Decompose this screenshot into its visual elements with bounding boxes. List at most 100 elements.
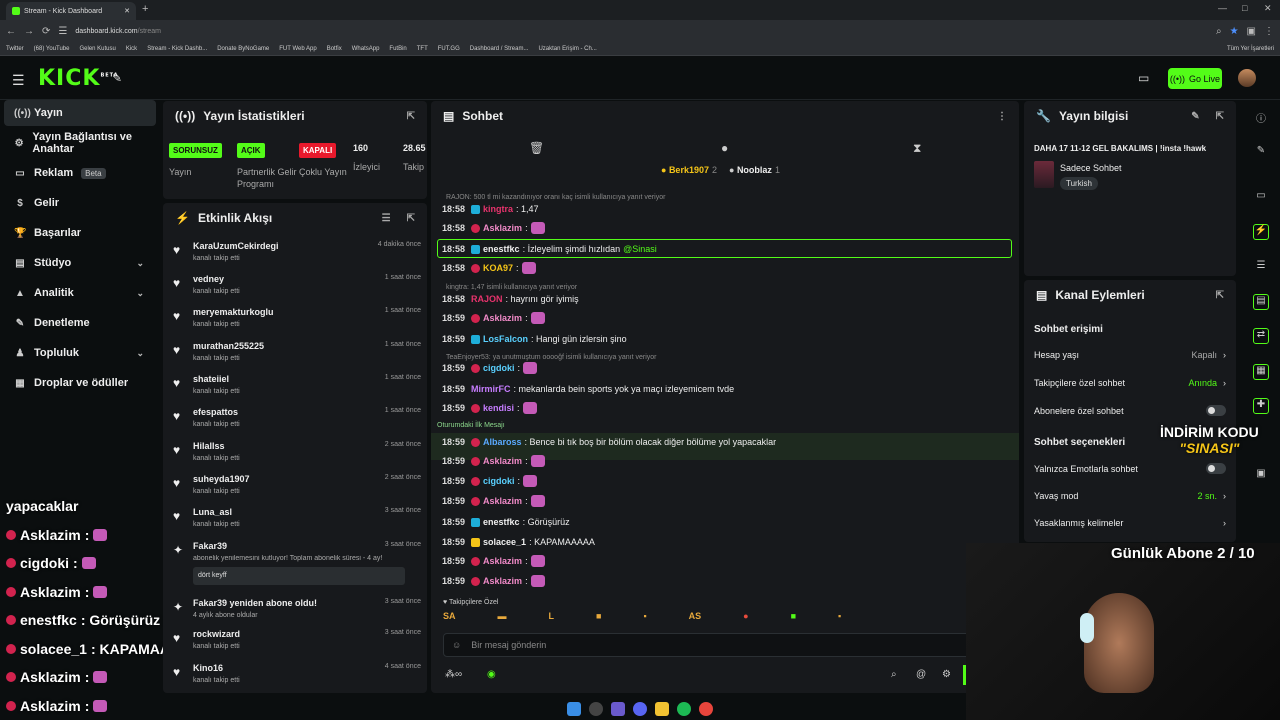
avatar[interactable]	[1238, 69, 1256, 87]
kick-icon[interactable]: ◉	[487, 669, 496, 680]
info-icon[interactable]: ⓘ	[1253, 110, 1269, 126]
popout-icon[interactable]: ⇱	[407, 213, 415, 224]
activity-item[interactable]: ♥ efespattos kanalı takip etti 1 saat önce	[173, 405, 421, 439]
bookmark-star-icon[interactable]: ★	[1230, 26, 1239, 37]
minimize-icon[interactable]: —	[1218, 3, 1227, 13]
sidebar-item[interactable]: ✎ Denetleme	[4, 310, 156, 336]
bookmark-item[interactable]: Donate ByNoGame	[217, 46, 269, 52]
chat-username[interactable]: Albaross	[483, 437, 522, 447]
chat-icon[interactable]: ▤	[1253, 294, 1269, 310]
chat-username[interactable]: solacee_1	[483, 537, 526, 547]
popout-icon[interactable]: ⇱	[407, 111, 415, 122]
discord-icon[interactable]	[633, 702, 647, 716]
maximize-icon[interactable]: □	[1242, 3, 1247, 13]
setting-row[interactable]: Yasaklanmış kelimeler ›	[1034, 518, 1226, 528]
bookmark-item[interactable]: FUT Web App	[279, 46, 316, 52]
extension-icon[interactable]: ▣	[1247, 26, 1256, 37]
bookmark-item[interactable]: Gelen Kutusu	[79, 46, 115, 52]
chat-bubble-icon[interactable]: ●	[721, 141, 728, 155]
kick-logo[interactable]: KICKBETA	[38, 66, 119, 91]
spotify-icon[interactable]	[677, 702, 691, 716]
chat-message[interactable]: 18:59 Asklazim:	[442, 455, 545, 467]
chat-message[interactable]: 18:58 RAJON: hayrını gör iyimiş	[442, 294, 579, 304]
bookmark-item[interactable]: Stream - Kick Dashb...	[147, 46, 207, 52]
sidebar-item[interactable]: ▲ Analitik ⌄	[4, 280, 156, 306]
chat-message[interactable]: 18:58 enestfkc: İzleyelim şimdi hızlıdan …	[442, 244, 657, 254]
popout-icon[interactable]: ⇱	[1216, 111, 1224, 122]
windows-start-icon[interactable]	[567, 702, 581, 716]
bookmark-item[interactable]: Dashboard / Stream...	[470, 46, 529, 52]
go-live-button[interactable]: ((•)) Go Live	[1168, 68, 1222, 89]
chat-message[interactable]: 18:59 kendisi:	[442, 402, 537, 414]
chat-username[interactable]: LosFalcon	[483, 334, 528, 344]
bookmark-item[interactable]: Uzaktan Erişim - Ch...	[538, 46, 596, 52]
close-window-icon[interactable]: ✕	[1264, 3, 1272, 14]
leader-entry[interactable]: ● Berk1907 2	[661, 165, 717, 175]
wrench-icon[interactable]: ✚	[1253, 398, 1269, 414]
activity-item[interactable]: ♥ meryemakturkoglu kanalı takip etti 1 saat…	[173, 305, 421, 339]
follower-emotes-row[interactable]: SA ▬ L ■ ▪ AS ● ■ ▪	[443, 611, 963, 627]
chat-username[interactable]: kendisi	[483, 403, 514, 413]
sidebar-item[interactable]: ♟ Topluluk ⌄	[4, 340, 156, 366]
chat-message[interactable]: 18:59 Asklazim:	[442, 575, 545, 587]
chevron-right-icon[interactable]: ›	[1223, 491, 1226, 501]
setting-row[interactable]: Takipçilere özel sohbet Anında ›	[1034, 378, 1226, 388]
activity-item[interactable]: ✦ Fakar39 yeniden abone oldu! 4 aylık abon…	[173, 596, 421, 630]
setting-row[interactable]: Abonelere özel sohbet	[1034, 405, 1226, 416]
chat-message[interactable]: 18:59 Asklazim:	[442, 555, 545, 567]
filter-icon[interactable]: ☰	[382, 213, 391, 224]
chat-username[interactable]: Asklazim	[483, 496, 522, 506]
chat-username[interactable]: Asklazim	[483, 456, 522, 466]
chat-message[interactable]: 18:59 solacee_1: KAPAMAAAAA	[442, 537, 595, 547]
chevron-down-icon[interactable]: ⌄	[136, 258, 144, 269]
studio-icon[interactable]: ▭	[1253, 190, 1269, 206]
chrome-icon[interactable]	[699, 702, 713, 716]
app-icon[interactable]	[611, 702, 625, 716]
edit-icon[interactable]: ✎	[1191, 111, 1199, 122]
bookmark-item[interactable]: Twitter	[6, 46, 24, 52]
activity-item[interactable]: ♥ suheyda1907 kanalı takip etti 2 saat önce	[173, 472, 421, 506]
activity-item[interactable]: ♥ rockwizard kanalı takip etti 3 saat önce	[173, 627, 421, 661]
bookmark-item[interactable]: Botfix	[327, 46, 342, 52]
chat-message[interactable]: 18:58 kingtra: 1,47	[442, 204, 539, 214]
forward-icon[interactable]: →	[24, 26, 34, 37]
chat-message[interactable]: 18:59 cigdoki:	[442, 362, 538, 374]
sidebar-item[interactable]: ▦ Droplar ve ödüller	[4, 370, 156, 396]
back-icon[interactable]: ←	[6, 26, 16, 37]
activity-item[interactable]: ♥ KaraUzumCekirdegi kanalı takip etti 4 dak…	[173, 239, 421, 273]
chat-icon[interactable]: ▣	[1253, 468, 1269, 484]
stack-icon[interactable]: ▦	[1253, 364, 1269, 380]
chat-input[interactable]: ☺ Bir mesaj gönderin	[443, 633, 993, 657]
activity-item[interactable]: ♥ Hilallss kanalı takip etti 2 saat önce	[173, 439, 421, 473]
chat-message[interactable]: 18:59 Asklazim:	[442, 495, 545, 507]
zoom-icon[interactable]: ⌕	[1216, 26, 1222, 37]
setting-row[interactable]: Yavaş mod 2 sn. ›	[1034, 491, 1226, 501]
menu-icon[interactable]: ⋮	[1264, 26, 1274, 37]
hourglass-icon[interactable]: ⧗	[913, 141, 921, 156]
popout-icon[interactable]: ⇱	[1216, 290, 1224, 301]
chat-username[interactable]: Asklazim	[483, 223, 522, 233]
broadcast-icon[interactable]: ⇄	[1253, 328, 1269, 344]
chevron-down-icon[interactable]: ⌄	[136, 288, 144, 299]
chat-message[interactable]: 18:59 Albaross: Bence bi tık boş bir bölü…	[442, 437, 776, 447]
activity-item[interactable]: ♥ shateiiel kanalı takip etti 1 saat önce	[173, 372, 421, 406]
activity-item[interactable]: ♥ vedney kanalı takip etti 1 saat önce	[173, 272, 421, 306]
chat-username[interactable]: cigdoki	[483, 363, 515, 373]
chat-message[interactable]: 18:59 MirmirFC: mekanlarda bein sports yo…	[442, 384, 734, 394]
leader-entry[interactable]: ● Nooblaz 1	[729, 165, 780, 175]
pencil-icon[interactable]: ✎	[1253, 145, 1269, 161]
mention[interactable]: @Sinasi	[623, 244, 657, 254]
chat-mod-icon[interactable]: ⁂∞	[445, 669, 462, 680]
chat-message[interactable]: 18:59 Asklazim:	[442, 312, 545, 324]
new-tab-icon[interactable]: +	[142, 3, 148, 15]
chat-username[interactable]: KOA97	[483, 263, 513, 273]
bookmark-item[interactable]: (68) YouTube	[34, 46, 70, 52]
url-field[interactable]: dashboard.kick.com/stream	[75, 28, 1208, 35]
activity-item[interactable]: ♥ murathan255225 kanalı takip etti 1 saat ö…	[173, 339, 421, 373]
bookmark-item[interactable]: WhatsApp	[352, 46, 380, 52]
sidebar-item[interactable]: ((•)) Yayın	[4, 100, 156, 126]
activity-item[interactable]: ✦ Fakar39 abonelik yenilemesini kutluyor! …	[173, 539, 421, 585]
sidebar-item[interactable]: ▭ Reklam Beta	[4, 160, 156, 186]
at-icon[interactable]: @	[916, 669, 926, 680]
chat-username[interactable]: RAJON	[471, 294, 503, 304]
